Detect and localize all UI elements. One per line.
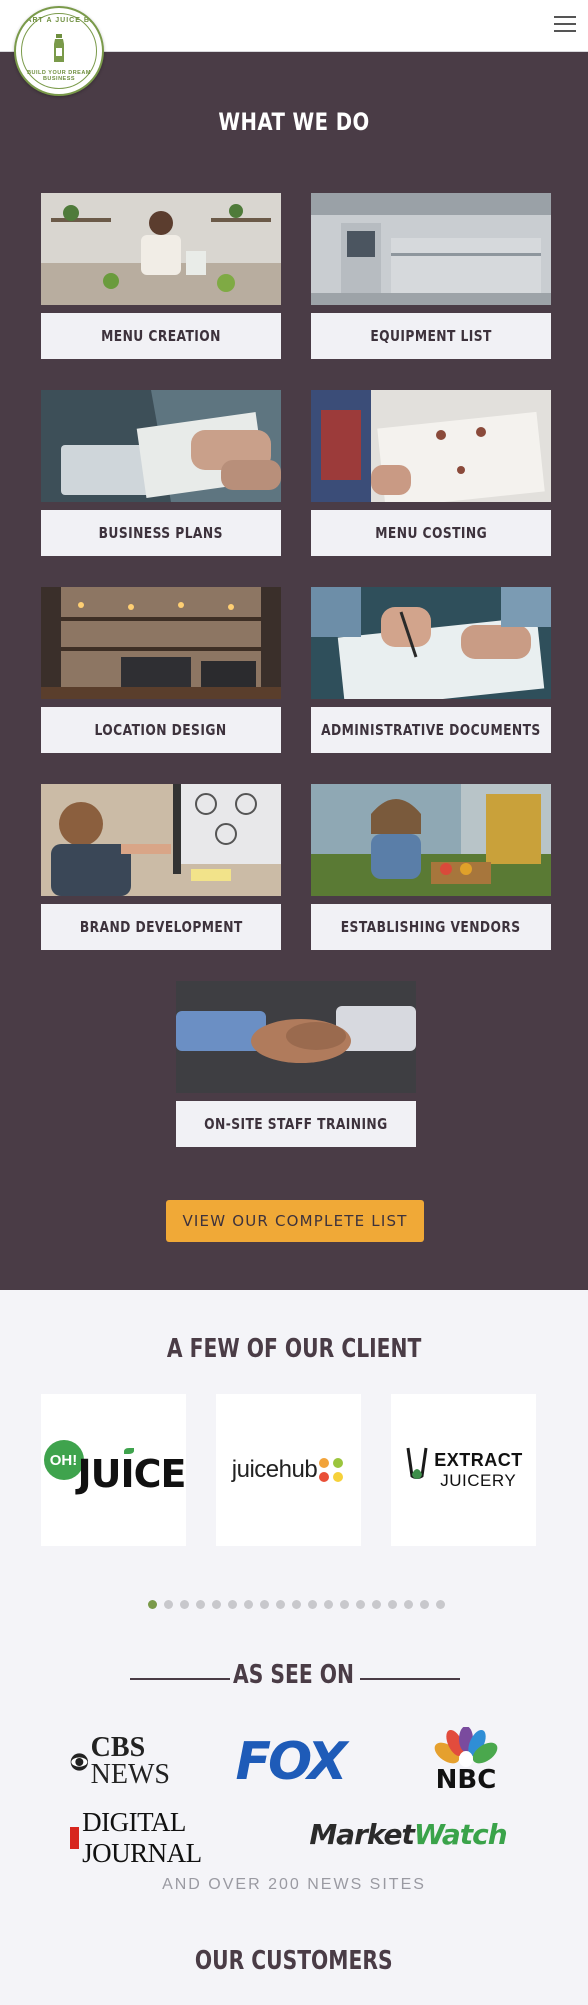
service-label[interactable]: MENU COSTING (311, 510, 551, 556)
section-title: WHAT WE DO (218, 108, 370, 136)
carousel-dot[interactable] (164, 1600, 173, 1609)
carousel-dot[interactable] (372, 1600, 381, 1609)
client-logo-oh-juice[interactable]: OH! JUICE (41, 1394, 186, 1546)
service-label[interactable]: EQUIPMENT LIST (311, 313, 551, 359)
news-text: NEWS (90, 1759, 170, 1790)
service-card-brand-development[interactable]: BRAND DEVELOPMENT (41, 784, 281, 952)
divider-line (360, 1678, 460, 1680)
carousel-dot[interactable] (212, 1600, 221, 1609)
watch-text: Watch (413, 1817, 508, 1851)
service-label[interactable]: MENU CREATION (41, 313, 281, 359)
logo-bottom-text: BUILD YOUR DREAM BUSINESS (27, 70, 91, 82)
fruit-slices-icon (319, 1458, 344, 1482)
carousel-dot[interactable] (180, 1600, 189, 1609)
client-logo-juicehub[interactable]: juicehub (216, 1394, 361, 1546)
service-card-menu-costing[interactable]: MENU COSTING (311, 390, 551, 558)
clients-title: A FEW OF OUR CLIENT (166, 1334, 422, 1364)
juicehub-wordmark: juicehub (231, 1456, 318, 1483)
brand-development-photo (41, 784, 281, 896)
juicehub-logo: juicehub (232, 1456, 345, 1484)
carousel-dots (148, 1600, 452, 1610)
service-label[interactable]: ESTABLISHING VENDORS (311, 904, 551, 950)
menu-costing-photo (311, 390, 551, 502)
marketwatch-logo: MarketWatch (308, 1814, 508, 1854)
logo-top-text: START A JUICE BAR (16, 17, 102, 24)
service-card-location-design[interactable]: LOCATION DESIGN (41, 587, 281, 755)
hamburger-menu-icon[interactable] (554, 16, 576, 34)
carousel-dot[interactable] (228, 1600, 237, 1609)
service-label[interactable]: BUSINESS PLANS (41, 510, 281, 556)
juicery-text: JUICERY (440, 1470, 517, 1490)
carousel-dot[interactable] (420, 1600, 429, 1609)
carousel-dot[interactable] (388, 1600, 397, 1609)
menu-creation-photo (41, 193, 281, 305)
digital-journal-mark (70, 1827, 80, 1849)
news-sites-note: AND OVER 200 NEWS SITES (162, 1876, 426, 1893)
press-heading: AS SEE ON (0, 1660, 588, 1696)
leaf-icon (123, 1448, 134, 1454)
carousel-dot[interactable] (292, 1600, 301, 1609)
establishing-vendors-photo (311, 784, 551, 896)
press-title: AS SEE ON (233, 1660, 355, 1690)
nbc-logo: NBC (426, 1726, 506, 1796)
administrative-documents-photo (311, 587, 551, 699)
fox-logo: FOX (230, 1730, 350, 1794)
carousel-dot[interactable] (324, 1600, 333, 1609)
service-label[interactable]: ON-SITE STAFF TRAINING (176, 1101, 416, 1147)
customers-title: OUR CUSTOMERS (195, 1946, 393, 1976)
carousel-dot[interactable] (196, 1600, 205, 1609)
cbs-eye-icon (70, 1753, 89, 1771)
carousel-dot[interactable] (276, 1600, 285, 1609)
view-complete-list-button[interactable]: VIEW OUR COMPLETE LIST (166, 1200, 424, 1242)
service-card-business-plans[interactable]: BUSINESS PLANS (41, 390, 281, 558)
digital-journal-logo: DIGITAL JOURNAL (70, 1807, 290, 1868)
market-text: Market (309, 1817, 415, 1851)
business-plans-photo (41, 390, 281, 502)
location-design-photo (41, 587, 281, 699)
service-card-on-site-staff-training[interactable]: ON-SITE STAFF TRAINING (176, 981, 416, 1149)
oh-juice-logo: OH! JUICE (43, 1440, 187, 1500)
services-section: WHAT WE DO MENU CREATION EQUIPMENT LIST … (0, 52, 588, 1290)
cbs-news-logo: CBS NEWS (70, 1730, 170, 1794)
service-card-administrative-documents[interactable]: ADMINISTRATIVE DOCUMENTS (311, 587, 551, 755)
nbc-wordmark: NBC (435, 1765, 497, 1795)
carousel-dot[interactable] (244, 1600, 253, 1609)
digital-journal-wordmark: DIGITAL JOURNAL (82, 1807, 202, 1868)
extract-text: EXTRACT (434, 1449, 523, 1470)
carousel-dot[interactable] (356, 1600, 365, 1609)
service-label[interactable]: BRAND DEVELOPMENT (41, 904, 281, 950)
carousel-dot[interactable] (404, 1600, 413, 1609)
carousel-dot[interactable] (436, 1600, 445, 1609)
carousel-dot[interactable] (260, 1600, 269, 1609)
service-label[interactable]: LOCATION DESIGN (41, 707, 281, 753)
service-card-equipment-list[interactable]: EQUIPMENT LIST (311, 193, 551, 361)
cbs-text: CBS (90, 1732, 146, 1764)
client-logo-extract-juicery[interactable]: EXTRACT JUICERY (391, 1394, 536, 1546)
carousel-dot[interactable] (148, 1600, 157, 1609)
extract-juicery-logo: EXTRACT JUICERY (404, 1446, 523, 1494)
service-card-establishing-vendors[interactable]: ESTABLISHING VENDORS (311, 784, 551, 952)
carousel-dot[interactable] (340, 1600, 349, 1609)
service-label[interactable]: ADMINISTRATIVE DOCUMENTS (311, 707, 551, 753)
peacock-icon (434, 1727, 498, 1767)
juicer-icon (406, 1447, 428, 1479)
service-card-menu-creation[interactable]: MENU CREATION (41, 193, 281, 361)
on-site-staff-training-photo (176, 981, 416, 1093)
juice-wordmark: JUICE (77, 1452, 187, 1496)
site-logo[interactable]: START A JUICE BAR BUILD YOUR DREAM BUSIN… (14, 6, 104, 96)
equipment-list-photo (311, 193, 551, 305)
carousel-dot[interactable] (308, 1600, 317, 1609)
fox-wordmark: FOX (235, 1732, 348, 1792)
